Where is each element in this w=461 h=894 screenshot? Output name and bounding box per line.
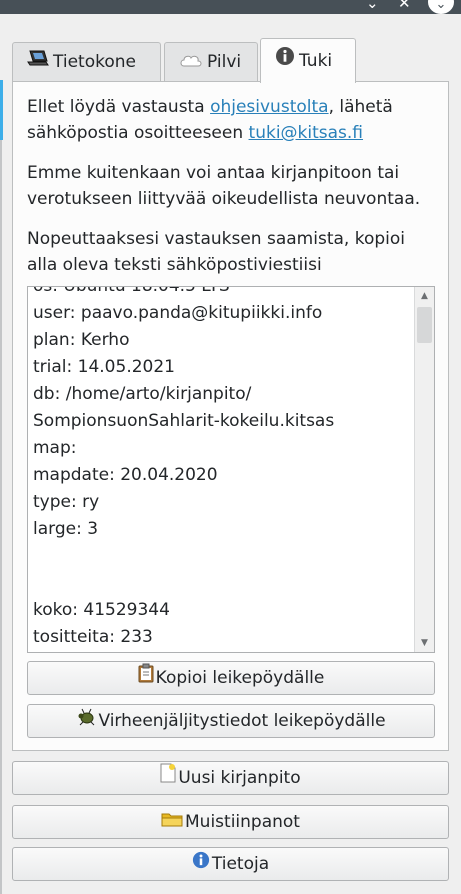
- debug-info-line: koko: 41529344: [33, 600, 170, 620]
- tab-pilvi[interactable]: Pilvi: [164, 42, 258, 82]
- info-icon: [192, 848, 210, 880]
- debug-info-line: type: ry: [33, 492, 100, 512]
- debug-info-line: mapdate: 20.04.2020: [33, 465, 218, 485]
- copy-to-clipboard-button[interactable]: Kopioi leikepöydälle: [27, 661, 435, 695]
- left-sidebar-highlight: [0, 80, 3, 140]
- debug-info-lines: os: Ubuntu 18.04.5 LTS user: paavo.panda@…: [33, 286, 413, 651]
- about-button[interactable]: Tietoja: [12, 847, 449, 881]
- scroll-up-icon[interactable]: ▲: [415, 287, 434, 305]
- help-site-link[interactable]: ohjesivustolta: [210, 97, 329, 117]
- computer-icon: [27, 43, 49, 81]
- minimize-icon[interactable]: ⌄: [366, 0, 379, 12]
- debug-info-line: map:: [33, 438, 77, 458]
- scroll-down-icon[interactable]: ▼: [415, 634, 434, 652]
- tab-label: Pilvi: [207, 52, 242, 72]
- tab-tietokone[interactable]: Tietokone: [12, 42, 161, 82]
- contact-text: Ellet löydä vastausta ohjesivustolta, lä…: [27, 97, 393, 143]
- support-panel: Ellet löydä vastausta ohjesivustolta, lä…: [12, 81, 449, 751]
- debug-info-line: tositteita: 233: [33, 627, 153, 647]
- window-titlebar: ⌄ ✕ ⌄: [0, 0, 461, 14]
- bug-icon: [76, 705, 96, 737]
- new-document-icon: [160, 762, 176, 794]
- debug-info-line: trial: 14.05.2021: [33, 357, 175, 377]
- cloud-icon: [179, 43, 203, 81]
- copy-debug-info-button[interactable]: Virheenjäljitystiedot leikepöydälle: [27, 704, 435, 738]
- debug-info-line: [33, 543, 413, 570]
- debug-info-textbox[interactable]: os: Ubuntu 18.04.5 LTS user: paavo.panda@…: [27, 286, 435, 653]
- scroll-thumb[interactable]: [417, 307, 432, 343]
- legal-disclaimer: Emme kuitenkaan voi antaa kirjanpitoon t…: [27, 163, 421, 209]
- debug-info-line: os: Ubuntu 18.04.5 LTS: [33, 286, 230, 296]
- textbox-scrollbar[interactable]: ▲ ▼: [414, 287, 434, 652]
- close-icon[interactable]: ✕: [398, 0, 411, 12]
- debug-info-line: SompionsuonSahlarit-kokeilu.kitsas: [33, 411, 335, 431]
- left-sidebar-frame: [0, 140, 2, 894]
- window-menu-icon[interactable]: ⌄: [428, 0, 454, 14]
- support-email-link[interactable]: tuki@kitsas.fi: [249, 123, 363, 143]
- tab-label: Tuki: [299, 51, 333, 71]
- clipboard-icon: [138, 662, 154, 694]
- debug-info-line: user: paavo.panda@kitupiikki.info: [33, 303, 323, 323]
- tab-label: Tietokone: [53, 52, 136, 72]
- info-icon: [275, 39, 295, 83]
- copy-instructions: Nopeuttaaksesi vastauksen saamista, kopi…: [27, 229, 405, 275]
- debug-info-line: db: /home/arto/kirjanpito/: [33, 384, 252, 404]
- new-bookkeeping-button[interactable]: Uusi kirjanpito: [12, 761, 449, 795]
- notes-button[interactable]: Muistiinpanot: [12, 805, 449, 839]
- debug-info-line: large: 3: [33, 519, 99, 539]
- debug-info-line: plan: Kerho: [33, 330, 130, 350]
- debug-info-line: [33, 570, 413, 597]
- tab-tuki[interactable]: Tuki: [260, 38, 356, 83]
- folder-icon: [161, 806, 183, 838]
